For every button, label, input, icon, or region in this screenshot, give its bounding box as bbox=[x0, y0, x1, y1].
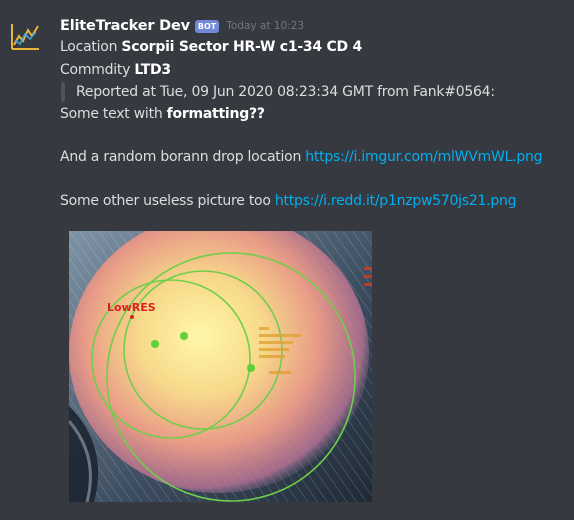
location-line: Location Scorpii Sector HR-W c1-34 CD 4 bbox=[60, 37, 362, 57]
location-label: Location bbox=[60, 39, 118, 55]
blockquote-text: Reported at Tue, 09 Jun 2020 08:23:34 GM… bbox=[76, 84, 495, 100]
drop-point bbox=[151, 340, 159, 348]
picture-link[interactable]: https://i.redd.it/p1nzpw570js21.png bbox=[275, 193, 517, 209]
username[interactable]: EliteTracker Dev bbox=[60, 18, 190, 34]
drop-point bbox=[180, 332, 188, 340]
commodity-value: LTD3 bbox=[134, 62, 171, 78]
chat-message: EliteTracker Dev BOT Today at 10:23 Loca… bbox=[0, 0, 574, 520]
picture-line: Some other useless picture too https://i… bbox=[60, 191, 516, 211]
avatar[interactable] bbox=[9, 20, 43, 54]
drop-point bbox=[247, 364, 255, 372]
drop-location-line: And a random borann drop location https:… bbox=[60, 147, 542, 167]
blockquote-bar bbox=[61, 82, 65, 102]
picture-text: Some other useless picture too bbox=[60, 193, 271, 209]
drop-location-text: And a random borann drop location bbox=[60, 149, 302, 165]
location-value: Scorpii Sector HR-W c1-34 CD 4 bbox=[121, 39, 362, 55]
lowres-label: LowRES bbox=[107, 301, 156, 314]
commodity-label: Commdity bbox=[60, 62, 131, 78]
timestamp[interactable]: Today at 10:23 bbox=[226, 20, 304, 32]
commodity-line: Commdity LTD3 bbox=[60, 60, 171, 80]
embedded-image[interactable]: LowRES bbox=[69, 231, 372, 502]
formatting-bold: formatting?? bbox=[166, 106, 265, 122]
formatting-line: Some text with formatting?? bbox=[60, 104, 265, 124]
lowres-marker bbox=[130, 315, 134, 319]
message-header: EliteTracker Dev BOT Today at 10:23 bbox=[60, 16, 304, 36]
formatting-prefix: Some text with bbox=[60, 106, 163, 122]
drop-location-link[interactable]: https://i.imgur.com/mlWVmWL.png bbox=[305, 149, 542, 165]
elite-tracker-chart-icon bbox=[11, 24, 39, 50]
edge-label-block bbox=[364, 267, 372, 286]
bot-badge: BOT bbox=[194, 19, 220, 33]
ring-streaks-overlay bbox=[69, 231, 372, 502]
ring-map-image: LowRES bbox=[69, 231, 372, 502]
